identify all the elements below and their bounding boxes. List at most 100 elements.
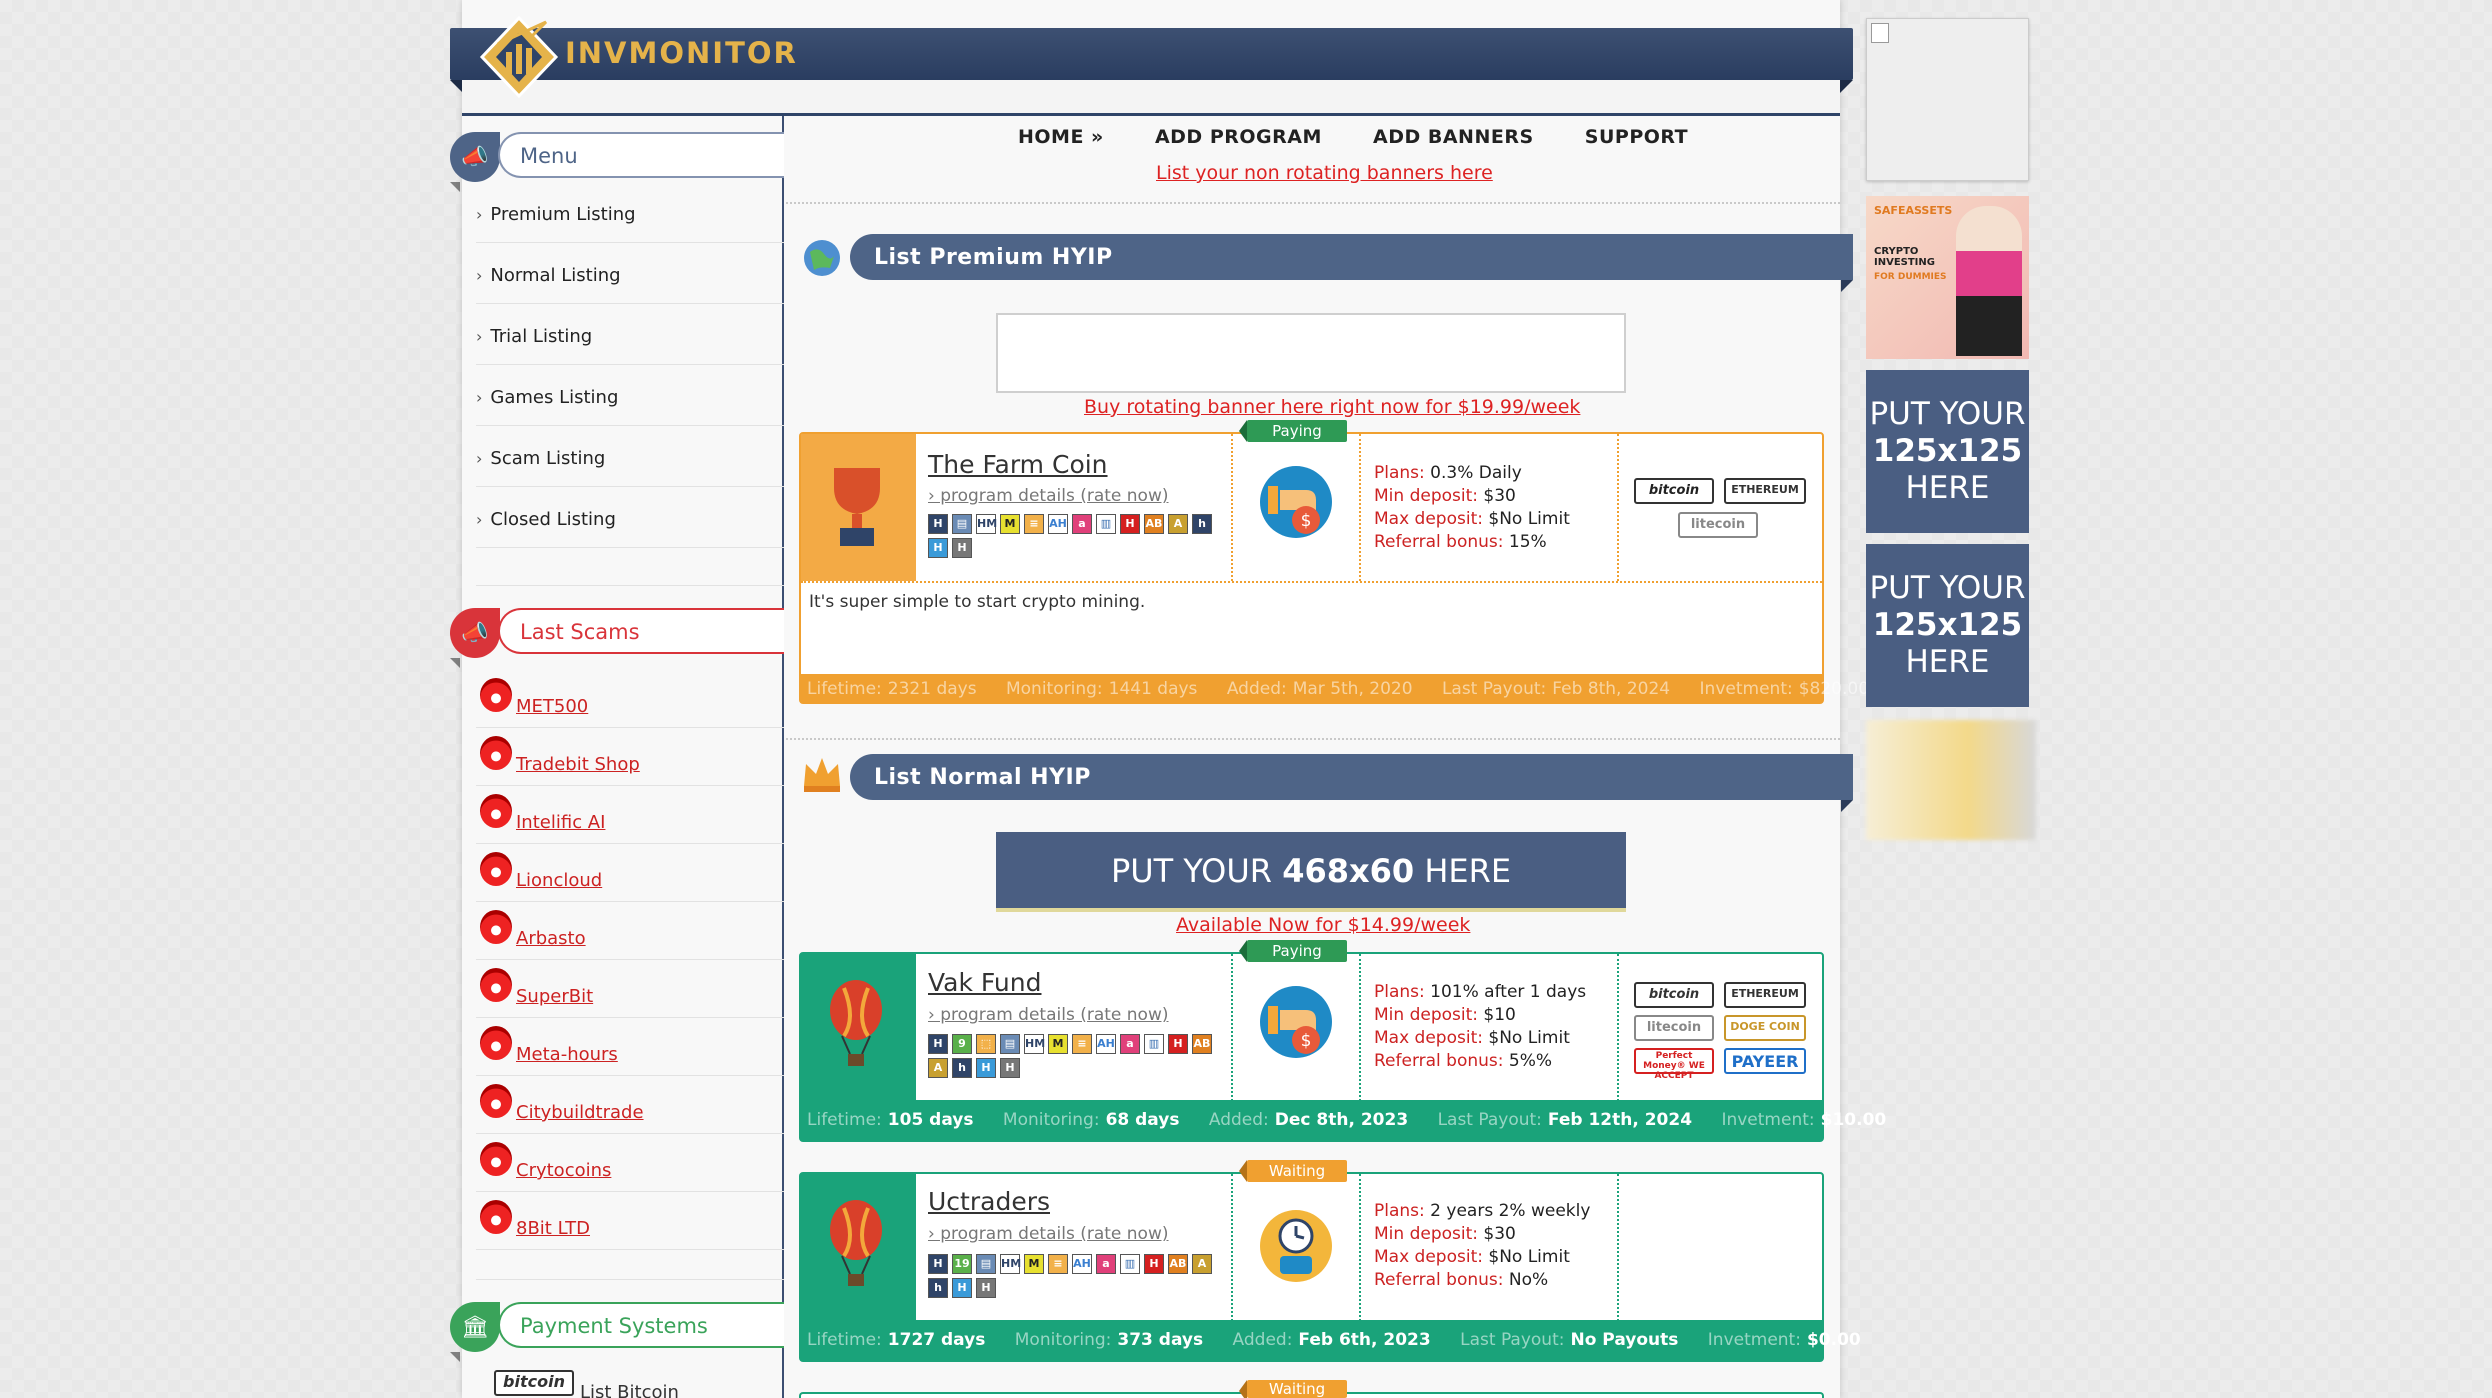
top-nav: HOME » ADD PROGRAM ADD BANNERS SUPPORT — [1018, 126, 1732, 148]
monitor-icon[interactable]: a — [1120, 1034, 1140, 1054]
scam-link[interactable]: Crytocoins — [516, 1160, 611, 1181]
plan-info: Plans: 2 years 2% weekly Min deposit: $3… — [1374, 1200, 1590, 1292]
bank-icon: 🏛 — [450, 1302, 500, 1362]
sidebar-item-scam[interactable]: › Scam Listing — [476, 426, 784, 487]
scam-link[interactable]: 8Bit LTD — [516, 1218, 590, 1239]
sidebar-item-normal[interactable]: › Normal Listing — [476, 243, 784, 304]
monitor-icon[interactable]: ▥ — [1144, 1034, 1164, 1054]
sidebar-item-trial[interactable]: › Trial Listing — [476, 304, 784, 365]
monitor-icon[interactable]: AH — [1048, 514, 1068, 534]
monitor-icon[interactable]: H — [1168, 1034, 1188, 1054]
monitor-icon[interactable]: ≡ — [1072, 1034, 1092, 1054]
monitor-icon[interactable]: ≡ — [1024, 514, 1044, 534]
monitor-icon[interactable]: H — [976, 1058, 996, 1078]
scam-link[interactable]: Tradebit Shop — [516, 754, 640, 775]
bitcoin-logo[interactable]: bitcoin — [494, 1370, 574, 1396]
referral-label: Referral bonus: — [1374, 1051, 1504, 1071]
nav-add-banners[interactable]: ADD BANNERS — [1373, 126, 1534, 148]
footer-value: $820.00 — [1798, 679, 1870, 699]
min-deposit-value: $30 — [1483, 1224, 1516, 1244]
monitor-icon[interactable]: ≡ — [1048, 1254, 1068, 1274]
footer-label: Lifetime: — [807, 1110, 882, 1130]
divider — [1359, 434, 1361, 581]
monitor-icon[interactable]: M — [1000, 514, 1020, 534]
monitor-icon[interactable]: M — [1048, 1034, 1068, 1054]
monitor-icon[interactable]: AB — [1144, 514, 1164, 534]
monitor-icon[interactable]: H — [1000, 1058, 1020, 1078]
scam-link[interactable]: Arbasto — [516, 928, 586, 949]
normal-banner-link[interactable]: Available Now for $14.99/week — [1176, 914, 1470, 936]
divider — [786, 202, 1840, 204]
scam-link[interactable]: Citybuildtrade — [516, 1102, 644, 1123]
monitor-icon[interactable]: AH — [1072, 1254, 1092, 1274]
program-details-link[interactable]: › program details (rate now) — [928, 1005, 1169, 1025]
nav-home[interactable]: HOME » — [1018, 126, 1104, 148]
premium-banner-placeholder[interactable] — [996, 313, 1626, 393]
monitor-icon[interactable]: H — [928, 1034, 948, 1054]
ad-slot-125[interactable]: PUT YOUR 125x125 HERE — [1866, 544, 2029, 707]
scam-link[interactable]: SuperBit — [516, 986, 593, 1007]
nonrotating-banners-link[interactable]: List your non rotating banners here — [1156, 162, 1493, 184]
scam-link[interactable]: Lioncloud — [516, 870, 602, 891]
monitor-icon[interactable]: h — [928, 1278, 948, 1298]
monitor-icon[interactable]: AB — [1168, 1254, 1188, 1274]
program-details-link[interactable]: › program details (rate now) — [928, 486, 1169, 506]
monitor-icon[interactable]: h — [952, 1058, 972, 1078]
nav-support[interactable]: SUPPORT — [1585, 126, 1688, 148]
monitor-icon[interactable]: a — [1096, 1254, 1116, 1274]
monitor-icon[interactable]: A — [928, 1058, 948, 1078]
monitor-icon[interactable]: H — [976, 1278, 996, 1298]
monitor-icon[interactable]: H — [928, 1254, 948, 1274]
premium-banner-link[interactable]: Buy rotating banner here right now for $… — [1084, 396, 1580, 418]
monitor-icon[interactable]: ▤ — [1000, 1034, 1020, 1054]
payment-item-bitcoin[interactable]: List Bitcoin — [580, 1382, 679, 1398]
plans-value: 0.3% Daily — [1430, 463, 1522, 483]
monitor-icon[interactable]: a — [1072, 514, 1092, 534]
monitor-icon[interactable]: HM — [1024, 1034, 1045, 1054]
logo-icon[interactable] — [478, 14, 560, 100]
ad-safeassets[interactable]: SAFEASSETS CRYPTO INVESTING FOR DUMMIES — [1866, 196, 2029, 359]
scam-link[interactable]: MET500 — [516, 696, 588, 717]
monitor-icon[interactable]: H — [928, 514, 948, 534]
ad-slot-125[interactable]: PUT YOUR 125x125 HERE — [1866, 370, 2029, 533]
monitor-icon[interactable]: ▥ — [1120, 1254, 1140, 1274]
scam-link[interactable]: Meta-hours — [516, 1044, 618, 1065]
monitor-icon[interactable]: ▤ — [976, 1254, 996, 1274]
program-details-link[interactable]: › program details (rate now) — [928, 1224, 1169, 1244]
footer-value: 105 days — [887, 1110, 974, 1130]
monitor-icon[interactable]: M — [1024, 1254, 1044, 1274]
normal-banner-placeholder[interactable]: PUT YOUR 468x60 HERE — [996, 832, 1626, 912]
program-name[interactable]: The Farm Coin — [928, 450, 1108, 479]
monitor-icon[interactable]: H — [952, 538, 972, 558]
monitor-icon[interactable]: AB — [1192, 1034, 1212, 1054]
monitor-icon[interactable]: 19 — [952, 1254, 972, 1274]
sidebar-item-premium[interactable]: › Premium Listing — [476, 182, 784, 243]
monitor-icon[interactable]: AH — [1096, 1034, 1116, 1054]
monitor-icon[interactable]: HM — [1000, 1254, 1021, 1274]
monitor-icon[interactable]: ⬚ — [976, 1034, 996, 1054]
ad-slot-broken-image[interactable] — [1866, 18, 2029, 181]
footer-label: Added: — [1208, 1110, 1269, 1130]
monitor-icon[interactable]: h — [1192, 514, 1212, 534]
sidebar-item-closed[interactable]: › Closed Listing — [476, 487, 784, 548]
sidebar-item-games[interactable]: › Games Listing — [476, 365, 784, 426]
program-name[interactable]: Vak Fund — [928, 968, 1041, 997]
status-badge: Waiting — [1239, 1160, 1347, 1182]
monitor-icon[interactable]: A — [1168, 514, 1188, 534]
monitor-icon[interactable]: H — [1144, 1254, 1164, 1274]
monitor-icon[interactable]: ▤ — [952, 514, 972, 534]
scam-link[interactable]: Intelific AI — [516, 812, 605, 833]
monitor-icon[interactable]: HM — [976, 514, 997, 534]
max-deposit-label: Max deposit: — [1374, 509, 1483, 529]
footer-value: 1441 days — [1108, 679, 1198, 699]
brand-name[interactable]: INVMONITOR — [565, 36, 798, 70]
program-name[interactable]: Uctraders — [928, 1187, 1050, 1216]
monitor-icon[interactable]: H — [1120, 514, 1140, 534]
ad-blurred-image[interactable] — [1866, 720, 2036, 840]
monitor-icon[interactable]: H — [928, 538, 948, 558]
nav-add-program[interactable]: ADD PROGRAM — [1155, 126, 1322, 148]
monitor-icon[interactable]: H — [952, 1278, 972, 1298]
monitor-icon[interactable]: 9 — [952, 1034, 972, 1054]
monitor-icon[interactable]: A — [1192, 1254, 1212, 1274]
monitor-icon[interactable]: ▥ — [1096, 514, 1116, 534]
